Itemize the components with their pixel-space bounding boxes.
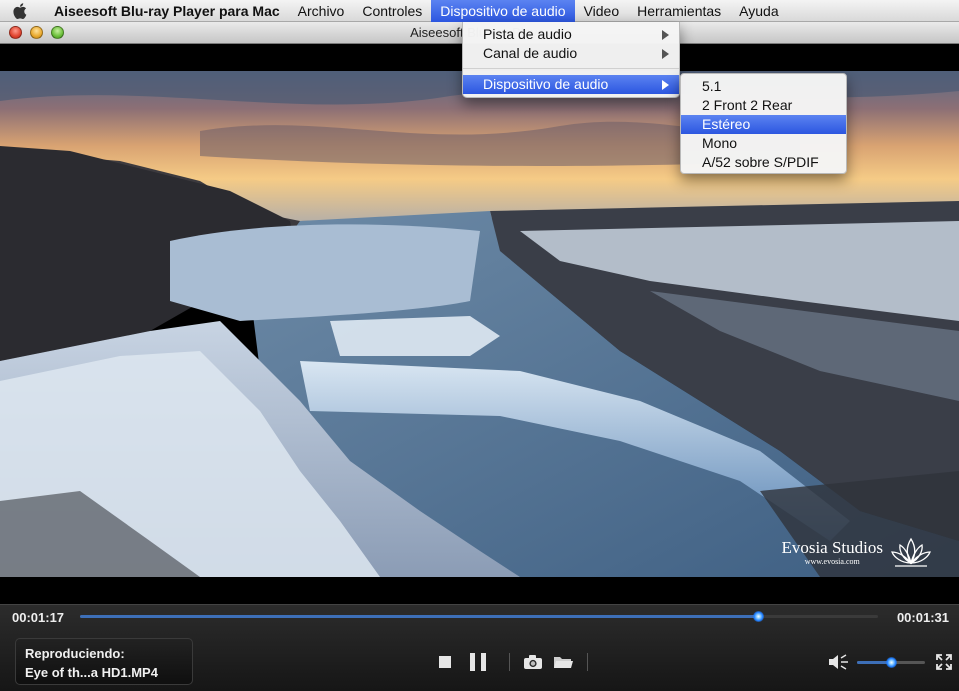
- menu-archivo[interactable]: Archivo: [289, 0, 354, 22]
- menu-item-label: Pista de audio: [483, 26, 572, 42]
- menu-herramientas[interactable]: Herramientas: [628, 0, 730, 22]
- control-separator: [509, 653, 510, 671]
- pause-icon: [470, 653, 486, 671]
- submenu-arrow-icon: [662, 80, 669, 90]
- fullscreen-icon: [936, 654, 952, 670]
- pause-button[interactable]: [467, 651, 489, 673]
- video-watermark: Evosia Studios www.evosia.com: [781, 535, 933, 569]
- menu-ayuda[interactable]: Ayuda: [730, 0, 787, 22]
- menu-item-label: Canal de audio: [483, 45, 578, 61]
- submenu-item-mono[interactable]: Mono: [681, 134, 846, 153]
- menu-separator: [463, 68, 679, 69]
- seek-progress: [80, 615, 759, 618]
- menu-item-dispositivo-de-audio[interactable]: Dispositivo de audio: [463, 75, 679, 94]
- watermark-url: www.evosia.com: [804, 557, 860, 566]
- menu-item-label: Dispositivo de audio: [483, 76, 609, 92]
- submenu-item-a52-sobre-spdif[interactable]: A/52 sobre S/PDIF: [681, 153, 846, 172]
- snapshot-button[interactable]: [522, 652, 544, 672]
- apple-menu-icon[interactable]: [0, 0, 40, 22]
- open-folder-button[interactable]: [552, 652, 574, 672]
- menu-item-pista-de-audio[interactable]: Pista de audio: [463, 25, 679, 44]
- speaker-icon: [829, 654, 848, 670]
- submenu-item-2-front-2-rear[interactable]: 2 Front 2 Rear: [681, 96, 846, 115]
- camera-icon: [524, 655, 542, 669]
- submenu-item-5-1[interactable]: 5.1: [681, 77, 846, 96]
- app-window: Aiseesoft Blu-ray Player para Mac Archiv…: [0, 0, 959, 691]
- folder-icon: [554, 657, 573, 668]
- audio-device-menu: Pista de audio Canal de audio Dispositiv…: [462, 22, 680, 98]
- menu-dispositivo-de-audio[interactable]: Dispositivo de audio: [431, 0, 575, 22]
- now-playing-file: Eye of th...a HD1.MP4: [25, 665, 158, 680]
- mute-button[interactable]: [828, 653, 850, 671]
- stop-button[interactable]: [436, 653, 454, 671]
- current-time: 00:01:17: [12, 610, 65, 625]
- now-playing-label: Reproduciendo:: [25, 646, 125, 661]
- menu-item-canal-de-audio[interactable]: Canal de audio: [463, 44, 679, 63]
- submenu-item-estereo[interactable]: Estéreo: [681, 115, 846, 134]
- menu-controles[interactable]: Controles: [353, 0, 431, 22]
- menu-app-name[interactable]: Aiseesoft Blu-ray Player para Mac: [40, 0, 289, 22]
- menu-bar: Aiseesoft Blu-ray Player para Mac Archiv…: [0, 0, 959, 22]
- volume-slider[interactable]: [857, 657, 925, 668]
- audio-device-submenu: 5.1 2 Front 2 Rear Estéreo Mono A/52 sob…: [680, 73, 847, 174]
- menu-video[interactable]: Video: [575, 0, 629, 22]
- lotus-logo-icon: [891, 537, 931, 567]
- fullscreen-button[interactable]: [935, 653, 953, 671]
- stop-icon: [439, 656, 451, 668]
- watermark-name: Evosia Studios: [781, 538, 883, 557]
- volume-handle[interactable]: [886, 657, 897, 668]
- submenu-arrow-icon: [662, 49, 669, 59]
- seek-slider[interactable]: [80, 611, 878, 622]
- seek-handle[interactable]: [753, 611, 765, 622]
- control-separator: [587, 653, 588, 671]
- submenu-arrow-icon: [662, 30, 669, 40]
- total-duration: 00:01:31: [896, 610, 949, 625]
- playback-controls: 00:01:17 00:01:31 Reproduciendo: Eye of …: [0, 604, 959, 691]
- now-playing-box: Reproduciendo: Eye of th...a HD1.MP4: [15, 638, 193, 685]
